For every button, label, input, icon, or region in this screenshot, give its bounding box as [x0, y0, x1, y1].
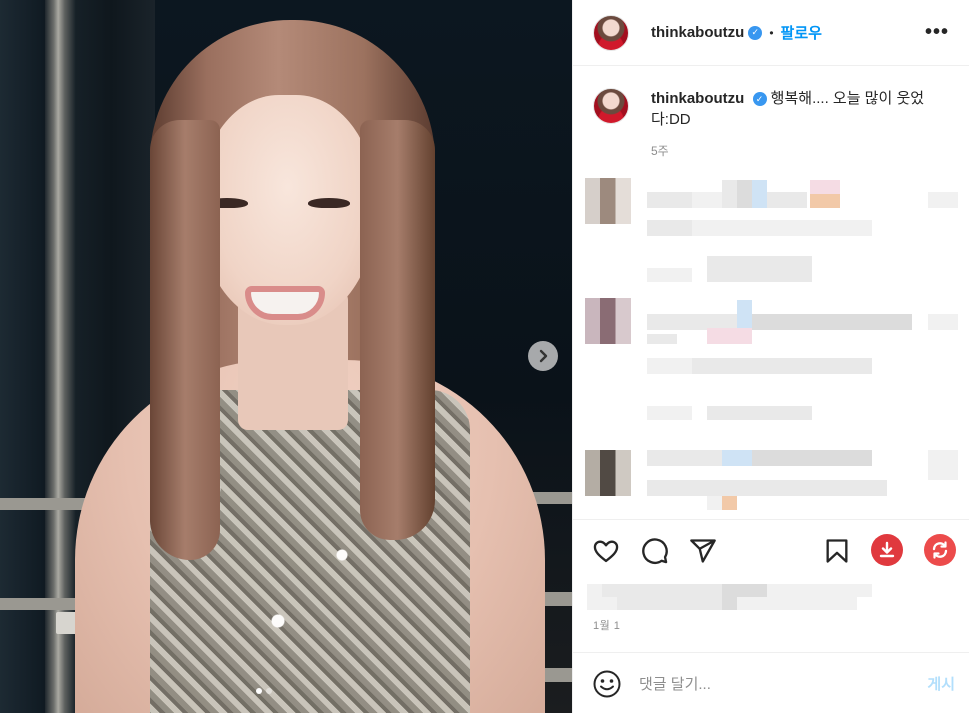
action-bar [573, 532, 969, 572]
comment-blurred [573, 436, 969, 496]
separator-dot: • [769, 25, 774, 40]
bookmark-icon [826, 539, 848, 563]
post-comment-button[interactable]: 게시 [927, 673, 955, 694]
caption-body: thinkaboutzu ✓ 행복해.... 오늘 많이 웃었다:DD 5주 [651, 88, 936, 162]
avatar [585, 178, 631, 224]
emoji-button[interactable] [592, 669, 622, 699]
comment-bubble-icon [642, 538, 668, 564]
verified-badge-icon: ✓ [748, 25, 763, 40]
comment-blurred [573, 298, 969, 374]
save-button[interactable] [822, 536, 852, 566]
share-button[interactable] [688, 536, 718, 566]
reply-blurred [573, 400, 969, 430]
verified-badge-icon: ✓ [752, 92, 767, 107]
carousel-indicator [256, 688, 272, 694]
reply-blurred [573, 496, 969, 519]
comments-section[interactable]: thinkaboutzu ✓ 행복해.... 오늘 많이 웃었다:DD 5주 [573, 66, 969, 520]
caption: thinkaboutzu ✓ 행복해.... 오늘 많이 웃었다:DD 5주 [573, 66, 969, 162]
post-media[interactable] [0, 0, 572, 713]
avatar[interactable] [593, 14, 629, 51]
avatar [585, 450, 631, 496]
reply-blurred [573, 254, 969, 284]
comment-button[interactable] [640, 536, 670, 566]
more-options-button[interactable]: ••• [925, 22, 949, 42]
comment-blurred [573, 178, 969, 238]
post-header: thinkaboutzu ✓ • 팔로우 ••• [573, 0, 969, 66]
caption-username[interactable]: thinkaboutzu [651, 90, 744, 107]
download-button[interactable] [871, 534, 903, 566]
smiley-icon [593, 670, 621, 698]
repost-button[interactable] [924, 534, 956, 566]
likes-summary-blurred [587, 584, 877, 610]
download-icon [879, 541, 895, 558]
like-button[interactable] [591, 536, 621, 566]
heart-icon [593, 540, 619, 563]
comment-composer: 게시 [573, 652, 969, 713]
carousel-dot-active [256, 688, 262, 694]
caption-timestamp[interactable]: 5주 [651, 141, 936, 162]
carousel-dot [266, 688, 272, 694]
paper-plane-icon [690, 539, 716, 563]
next-slide-button[interactable] [528, 341, 558, 371]
avatar [585, 298, 631, 344]
photo-hair-strand [150, 120, 220, 560]
photo-smile [245, 286, 325, 320]
photo-hair-strand [360, 120, 435, 540]
post-timestamp[interactable]: 1월 1 [593, 617, 620, 633]
photo-eye [308, 198, 350, 208]
chevron-right-icon [539, 349, 548, 363]
post-sidebar: thinkaboutzu ✓ • 팔로우 ••• thinkaboutzu ✓ … [572, 0, 969, 713]
repost-icon [932, 541, 948, 559]
avatar[interactable] [593, 88, 629, 124]
username-link[interactable]: thinkaboutzu [651, 24, 744, 41]
comment-input[interactable] [639, 671, 899, 697]
follow-button[interactable]: 팔로우 [781, 22, 822, 43]
